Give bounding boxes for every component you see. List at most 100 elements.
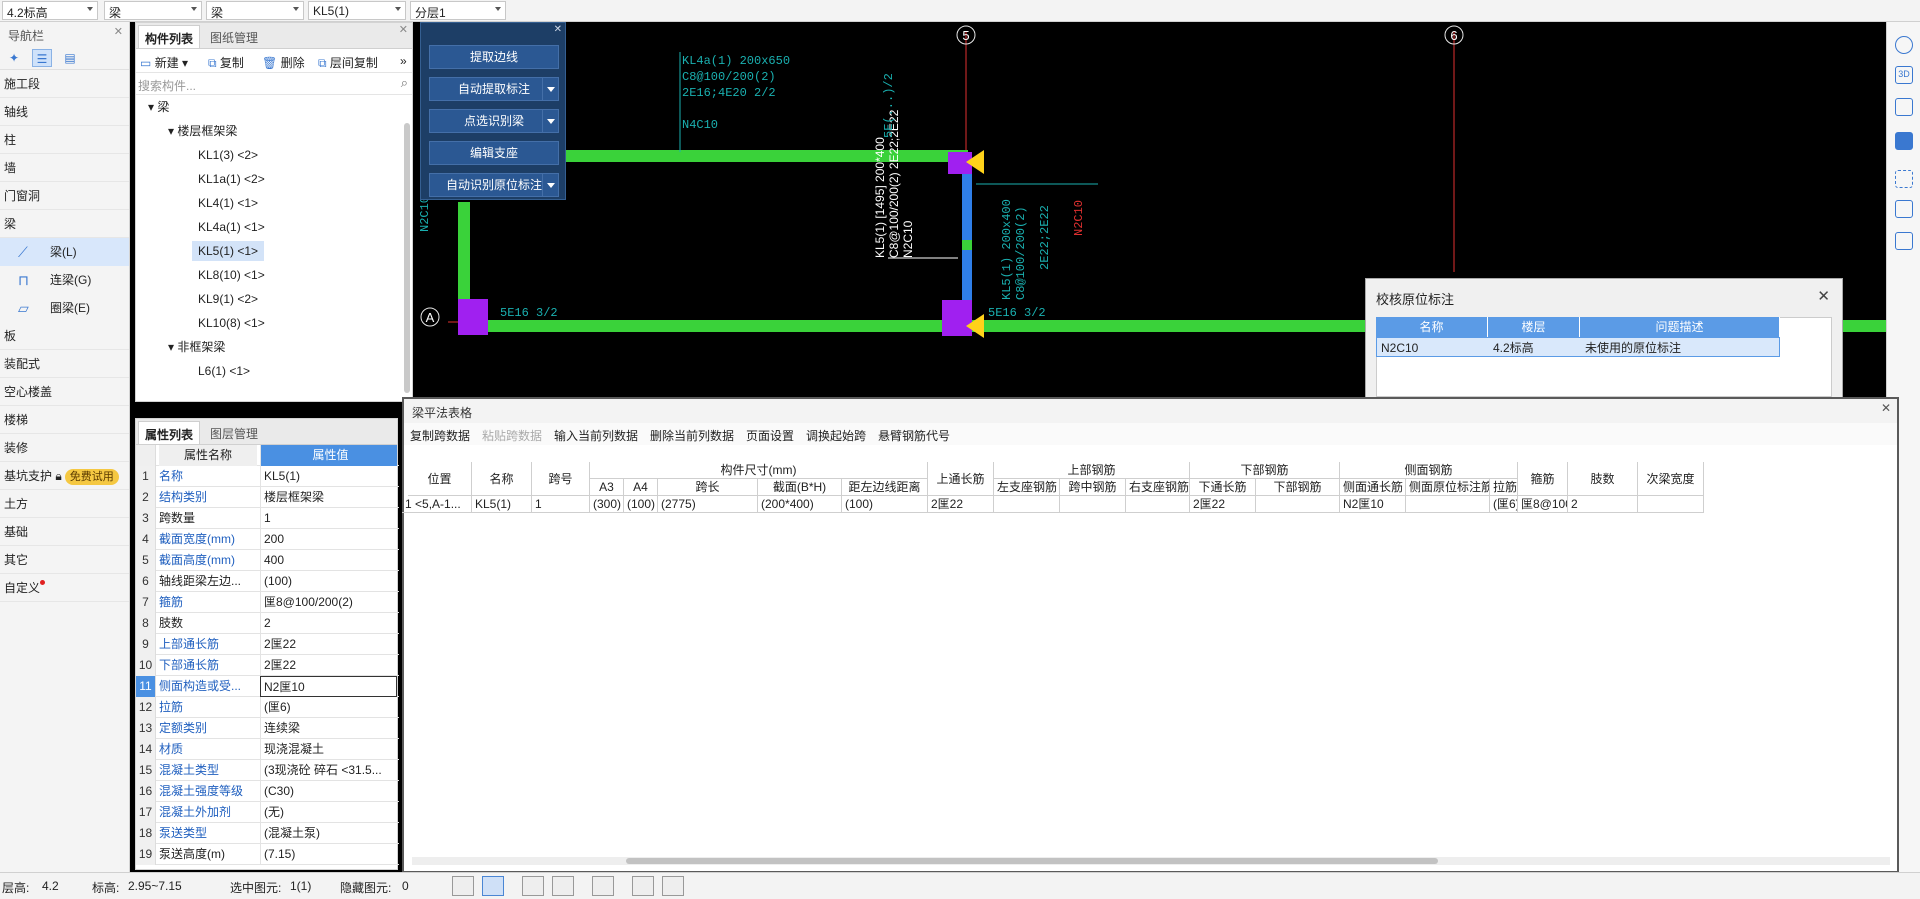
- dropdown-arrow-icon[interactable]: [542, 110, 558, 132]
- cell-side-in-situ[interactable]: [1406, 496, 1490, 513]
- nav-sub-beam[interactable]: ⟋ 梁(L): [0, 238, 129, 266]
- property-value[interactable]: 2匩22: [260, 655, 397, 676]
- property-row[interactable]: 7 箍筋 匩8@100/200(2): [136, 592, 399, 613]
- property-value[interactable]: 2: [260, 613, 397, 634]
- copy-span-data-button[interactable]: 复制跨数据: [410, 427, 470, 444]
- pick-beam-button[interactable]: 点选识别梁: [429, 109, 559, 133]
- nav-door-window[interactable]: 门窗洞: [0, 182, 129, 210]
- component-search[interactable]: 搜索构件... ⌕: [136, 73, 412, 95]
- property-value[interactable]: (匩6): [260, 697, 397, 718]
- scrollbar[interactable]: [404, 123, 410, 393]
- ortho-toggle-icon[interactable]: [452, 876, 474, 896]
- tree-item[interactable]: KL8(10) <1>: [198, 265, 265, 285]
- cell-span-length[interactable]: (2775): [658, 496, 758, 513]
- component-select[interactable]: KL5(1): [308, 1, 406, 20]
- property-value[interactable]: 400: [260, 550, 397, 571]
- property-row[interactable]: 1 名称 KL5(1): [136, 466, 399, 487]
- nav-other[interactable]: 其它: [0, 546, 129, 574]
- layer-toggle-icon[interactable]: [1895, 200, 1913, 218]
- cell-name[interactable]: KL5(1): [472, 496, 532, 513]
- property-row[interactable]: 5 截面高度(mm) 400: [136, 550, 399, 571]
- tree-item[interactable]: KL10(8) <1>: [198, 313, 265, 333]
- swap-start-span-button[interactable]: 调换起始跨: [806, 427, 866, 444]
- cell-left-support[interactable]: [994, 496, 1060, 513]
- property-value[interactable]: 匩8@100/200(2): [260, 592, 397, 613]
- property-row[interactable]: 19 泵送高度(m) (7.15): [136, 844, 399, 865]
- property-value[interactable]: (C30): [260, 781, 397, 802]
- property-row[interactable]: 9 上部通长筋 2匩22: [136, 634, 399, 655]
- category-select[interactable]: 梁: [104, 1, 202, 20]
- auto-extract-label-button[interactable]: 自动提取标注: [429, 77, 559, 101]
- property-value[interactable]: 连续梁: [260, 718, 397, 739]
- auto-recognize-in-situ-button[interactable]: 自动识别原位标注: [429, 173, 559, 197]
- property-value[interactable]: (7.15): [260, 844, 397, 865]
- cell-bottom-rebar[interactable]: [1256, 496, 1340, 513]
- cell-tie[interactable]: (匩6): [1490, 496, 1518, 513]
- tree-item[interactable]: KL9(1) <2>: [198, 289, 258, 309]
- snap-toggle-icon[interactable]: [482, 876, 504, 896]
- search-input[interactable]: 搜索构件...: [138, 77, 196, 94]
- more-icon[interactable]: »: [400, 54, 407, 68]
- close-icon[interactable]: ✕: [399, 23, 408, 36]
- property-row[interactable]: 12 拉筋 (匩6): [136, 697, 399, 718]
- nav-foundation[interactable]: 基础: [0, 518, 129, 546]
- property-row[interactable]: 14 材质 现浇混凝土: [136, 739, 399, 760]
- cell-span[interactable]: 1: [532, 496, 590, 513]
- property-row[interactable]: 8 肢数 2: [136, 613, 399, 634]
- property-value[interactable]: 楼层框架梁: [260, 487, 397, 508]
- nav-column[interactable]: 柱: [0, 126, 129, 154]
- nav-slab[interactable]: 板: [0, 322, 129, 350]
- verify-row[interactable]: N2C10 4.2标高 未使用的原位标注: [1376, 337, 1780, 357]
- nav-pit-support[interactable]: 基坑支护 🔒︎ 免费试用: [0, 462, 129, 490]
- tab-drawing-management[interactable]: 图纸管理: [204, 25, 264, 48]
- collapse-icon[interactable]: ▾: [168, 124, 174, 138]
- new-button[interactable]: ▭ 新建 ▾: [140, 54, 188, 71]
- property-row[interactable]: 6 轴线距梁左边... (100): [136, 571, 399, 592]
- cell-secondary-width[interactable]: [1638, 496, 1704, 513]
- property-value[interactable]: (混凝土泵): [260, 823, 397, 844]
- collapse-icon[interactable]: ▾: [148, 100, 154, 114]
- cantilever-code-button[interactable]: 悬臂钢筋代号: [878, 427, 950, 444]
- property-value[interactable]: (无): [260, 802, 397, 823]
- nav-earthwork[interactable]: 土方: [0, 490, 129, 518]
- nav-wall[interactable]: 墙: [0, 154, 129, 182]
- copy-button[interactable]: ⧉ 复制: [208, 54, 244, 71]
- tree-root[interactable]: ▾ 梁: [148, 97, 169, 117]
- property-row[interactable]: 16 混凝土强度等级 (C30): [136, 781, 399, 802]
- tab-component-list[interactable]: 构件列表: [138, 25, 201, 48]
- cell-position[interactable]: 1 <5,A-1...: [402, 496, 472, 513]
- horizontal-scrollbar[interactable]: [412, 857, 1890, 865]
- cell-mid-span[interactable]: [1060, 496, 1126, 513]
- property-row[interactable]: 3 跨数量 1: [136, 508, 399, 529]
- orbit-icon[interactable]: [1895, 36, 1913, 54]
- property-row[interactable]: 4 截面宽度(mm) 200: [136, 529, 399, 550]
- 3d-view-icon[interactable]: 3D: [1895, 66, 1913, 84]
- property-value[interactable]: 2匩22: [260, 634, 397, 655]
- cell-section[interactable]: (200*400): [758, 496, 842, 513]
- angle-snap-icon[interactable]: [552, 876, 574, 896]
- type-select[interactable]: 梁: [206, 1, 304, 20]
- nav-construction-section[interactable]: 施工段: [0, 70, 129, 98]
- property-row[interactable]: 10 下部通长筋 2匩22: [136, 655, 399, 676]
- dropdown-arrow-icon[interactable]: [542, 78, 558, 100]
- nav-hollow-slab[interactable]: 空心楼盖: [0, 378, 129, 406]
- tree-group-frame-beam[interactable]: ▾ 楼层框架梁: [168, 121, 237, 141]
- input-column-data-button[interactable]: 输入当前列数据: [554, 427, 638, 444]
- property-row[interactable]: 11 侧面构造或受... N2匩10: [136, 676, 399, 697]
- property-row[interactable]: 13 定额类别 连续梁: [136, 718, 399, 739]
- nav-sub-ring-beam[interactable]: ▱ 圈梁(E): [0, 294, 129, 322]
- top-view-icon[interactable]: [1895, 132, 1913, 150]
- paste-span-data-button[interactable]: 粘贴跨数据: [482, 427, 542, 444]
- cell-a4[interactable]: (100): [624, 496, 658, 513]
- tab-layer-management[interactable]: 图层管理: [204, 421, 264, 444]
- search-icon[interactable]: ⌕: [401, 75, 408, 91]
- layer-select[interactable]: 分层1: [410, 1, 506, 20]
- floor-copy-button[interactable]: ⧉ 层间复制: [318, 54, 378, 71]
- cell-stirrup[interactable]: 匩8@100/: [1518, 496, 1568, 513]
- dynamic-input-icon[interactable]: [592, 876, 614, 896]
- cell-top-through[interactable]: 2匩22: [928, 496, 994, 513]
- cell-bottom-through[interactable]: 2匩22: [1190, 496, 1256, 513]
- property-row[interactable]: 17 混凝土外加剂 (无): [136, 802, 399, 823]
- dropdown-arrow-icon[interactable]: [542, 174, 558, 196]
- property-value[interactable]: KL5(1): [260, 466, 397, 487]
